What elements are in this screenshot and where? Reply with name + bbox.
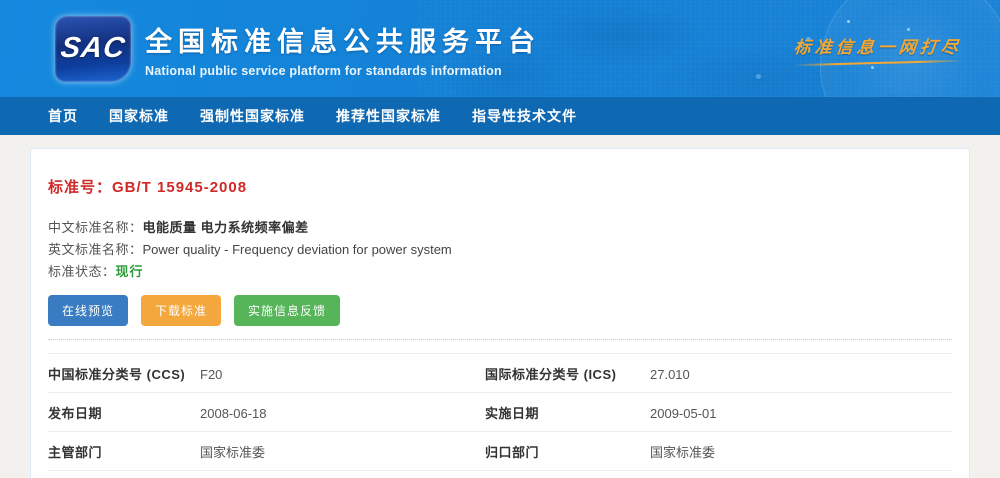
table-row: 中国标准分类号 (CCS) F20 国际标准分类号 (ICS) 27.010 [48,353,952,392]
cn-name-label: 中文标准名称： [48,220,143,235]
table-row: 发布日期 2008-06-18 实施日期 2009-05-01 [48,392,952,431]
en-name-row: 英文标准名称：Power quality - Frequency deviati… [48,239,952,261]
main-nav: 首页 国家标准 强制性国家标准 推荐性国家标准 指导性技术文件 [0,97,1000,135]
nav-item-mandatory-standards[interactable]: 强制性国家标准 [200,106,305,126]
status-label: 标准状态： [48,264,116,279]
ics-value: 27.010 [650,367,952,382]
slogan: 标准信息一网打尽 [794,33,962,64]
ics-label: 国际标准分类号 (ICS) [485,364,650,383]
standard-detail-card: 标准号：GB/T 15945-2008 中文标准名称：电能质量 电力系统频率偏差… [30,148,970,478]
site-title-en: National public service platform for sta… [145,64,541,78]
centralized-dept-value: 国家标准委 [650,442,952,461]
standard-number-line: 标准号：GB/T 15945-2008 [48,176,952,197]
table-row: 主管部门 国家标准委 归口部门 国家标准委 [48,431,952,470]
en-name-label: 英文标准名称： [48,242,143,257]
sac-logo-text: SAC [59,32,128,65]
download-standard-button[interactable]: 下载标准 [141,295,221,326]
status-row: 标准状态：现行 [48,261,952,283]
site-header: SAC 全国标准信息公共服务平台 National public service… [0,0,1000,97]
sac-logo[interactable]: SAC [55,16,131,82]
implementation-feedback-button[interactable]: 实施信息反馈 [234,295,340,326]
cn-name-value: 电能质量 电力系统频率偏差 [143,220,309,235]
standard-number-label: 标准号： [48,179,112,196]
nav-item-home[interactable]: 首页 [48,106,78,126]
ccs-value: F20 [200,367,485,382]
table-row: 发布单位 中华人民共和国国家质量监督检验检疫总局、中国国家标准化管理委员会 [48,470,952,478]
centralized-dept-label: 归口部门 [485,442,650,461]
nav-item-recommended-standards[interactable]: 推荐性国家标准 [336,106,441,126]
status-badge: 现行 [116,264,144,279]
standard-names: 中文标准名称：电能质量 电力系统频率偏差 英文标准名称：Power qualit… [48,217,952,283]
nav-item-national-standards[interactable]: 国家标准 [109,106,169,126]
nav-item-guiding-documents[interactable]: 指导性技术文件 [472,106,577,126]
standard-number-value: GB/T 15945-2008 [112,179,247,196]
dotted-divider [48,339,952,340]
implement-date-label: 实施日期 [485,403,650,422]
site-titles: 全国标准信息公共服务平台 National public service pla… [145,20,541,78]
nav-list: 首页 国家标准 强制性国家标准 推荐性国家标准 指导性技术文件 [0,106,577,126]
implement-date-value: 2009-05-01 [650,406,952,421]
site-title-cn: 全国标准信息公共服务平台 [145,20,541,59]
competent-dept-value: 国家标准委 [200,442,485,461]
ccs-label: 中国标准分类号 (CCS) [48,364,200,383]
cn-name-row: 中文标准名称：电能质量 电力系统频率偏差 [48,217,952,239]
publish-date-label: 发布日期 [48,403,200,422]
page-body: 标准号：GB/T 15945-2008 中文标准名称：电能质量 电力系统频率偏差… [0,135,1000,478]
action-buttons: 在线预览 下载标准 实施信息反馈 [48,295,952,326]
slogan-text: 标准信息一网打尽 [793,33,964,58]
details-table: 中国标准分类号 (CCS) F20 国际标准分类号 (ICS) 27.010 发… [48,353,952,478]
en-name-value: Power quality - Frequency deviation for … [143,242,452,257]
online-preview-button[interactable]: 在线预览 [48,295,128,326]
publish-date-value: 2008-06-18 [200,406,485,421]
competent-dept-label: 主管部门 [48,442,200,461]
